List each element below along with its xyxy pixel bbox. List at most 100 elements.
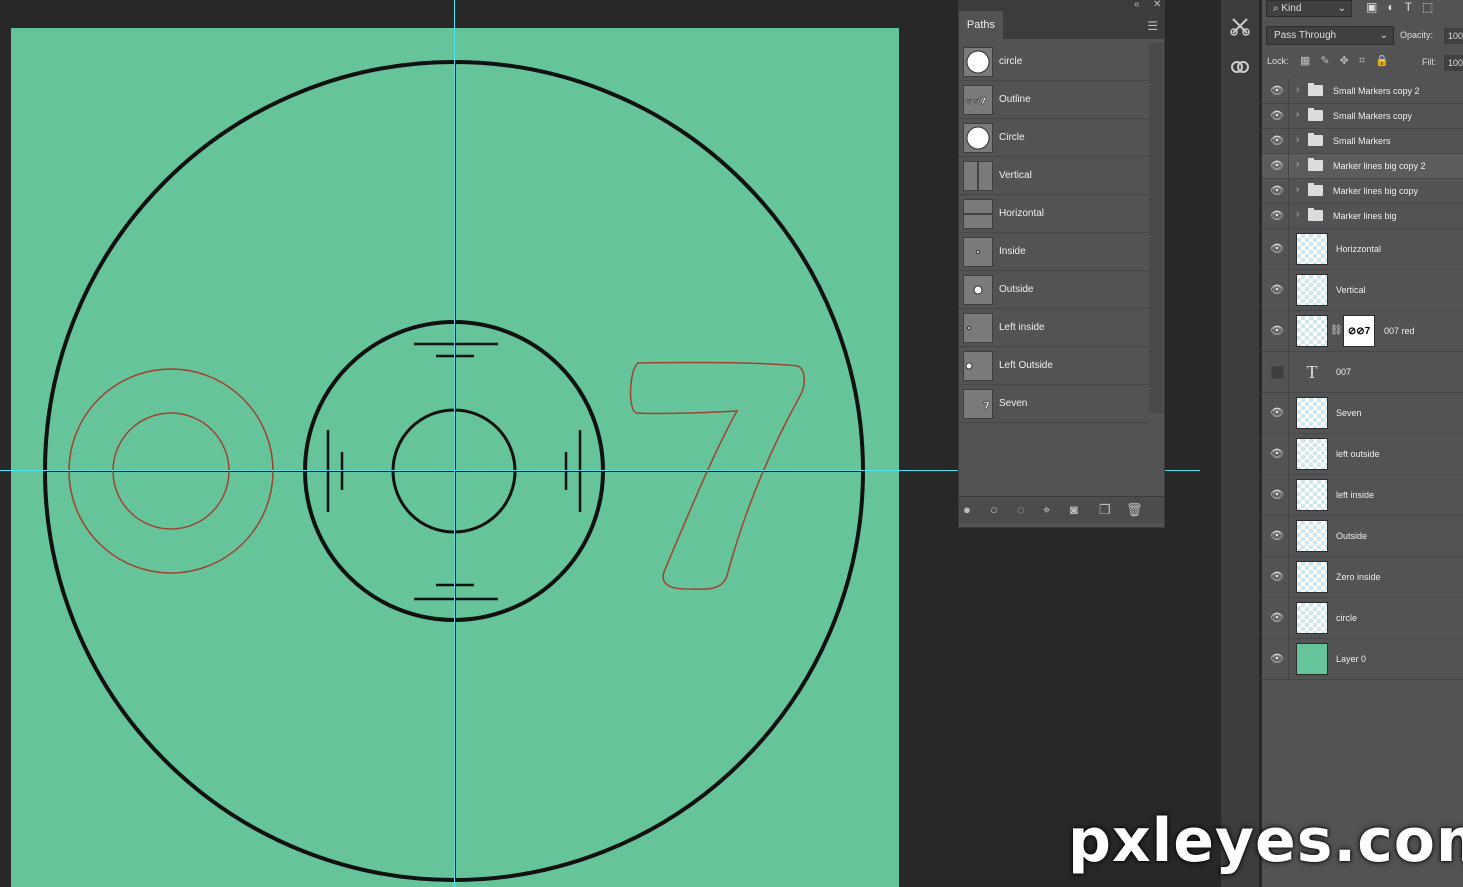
- layer-filter-row: ⌕ Kind ⌄ ▣◐T⬚: [1262, 0, 1463, 22]
- layer-thumbnail: [1296, 233, 1328, 265]
- path-item[interactable]: Vertical: [959, 157, 1149, 195]
- path-item[interactable]: Circle: [959, 119, 1149, 157]
- visibility-off-toggle[interactable]: [1271, 366, 1284, 379]
- visibility-eye-icon[interactable]: 👁: [1270, 570, 1284, 583]
- layer-group-row[interactable]: 👁 › Small Markers copy: [1262, 104, 1463, 129]
- chevron-down-icon: ⌄: [1337, 3, 1346, 14]
- visibility-eye-icon[interactable]: 👁: [1270, 84, 1284, 97]
- path-item[interactable]: circle: [959, 43, 1149, 81]
- load-selection-icon[interactable]: ◌: [1017, 502, 1025, 517]
- layer-group-row[interactable]: 👁 › Marker lines big: [1262, 204, 1463, 229]
- path-item[interactable]: Horizontal: [959, 195, 1149, 233]
- add-mask-icon[interactable]: ◙: [1070, 502, 1078, 517]
- stroke-path-icon[interactable]: ○: [990, 502, 998, 517]
- path-thumbnail: 7: [963, 389, 993, 419]
- visibility-eye-icon[interactable]: 👁: [1270, 209, 1284, 222]
- chevron-right-icon[interactable]: ›: [1296, 134, 1299, 145]
- paths-list: circle ⊘⊘7 Outline Circle Vertical Horizontal…: [959, 43, 1149, 423]
- new-path-icon[interactable]: ❐: [1099, 502, 1111, 518]
- layer-row[interactable]: 👁 ⛓ ⊘⊘7 007 red: [1262, 311, 1463, 352]
- path-item[interactable]: Left inside: [959, 309, 1149, 347]
- layer-row[interactable]: T 007: [1262, 352, 1463, 393]
- path-thumbnail: [963, 161, 993, 191]
- visibility-eye-icon[interactable]: 👁: [1270, 652, 1284, 665]
- layer-name: Seven: [1336, 408, 1362, 418]
- type-filter-icon[interactable]: T: [1405, 0, 1422, 14]
- lock-artboard-icon[interactable]: ⌗: [1359, 55, 1375, 67]
- vertical-guide[interactable]: [454, 0, 455, 887]
- blend-mode-select[interactable]: Pass Through ⌄: [1266, 26, 1394, 45]
- chevron-right-icon[interactable]: ›: [1296, 109, 1299, 120]
- row-divider: [1288, 229, 1289, 269]
- layer-thumbnail: [1296, 438, 1328, 470]
- visibility-eye-icon[interactable]: 👁: [1270, 134, 1284, 147]
- layer-row[interactable]: 👁 Vertical: [1262, 270, 1463, 311]
- layer-name: Vertical: [1336, 285, 1366, 295]
- path-item[interactable]: ⊘⊘7 Outline: [959, 81, 1149, 119]
- layer-row[interactable]: 👁 Layer 0: [1262, 639, 1463, 680]
- visibility-eye-icon[interactable]: 👁: [1270, 283, 1284, 296]
- mask-thumbnail[interactable]: ⊘⊘7: [1343, 315, 1375, 347]
- lock-position-icon[interactable]: ✥: [1340, 55, 1359, 67]
- creative-cloud-libraries-icon[interactable]: [1226, 52, 1254, 80]
- layer-row[interactable]: 👁 left inside: [1262, 475, 1463, 516]
- kind-filter-select[interactable]: ⌕ Kind ⌄: [1266, 0, 1352, 17]
- layer-name: Small Markers copy 2: [1333, 86, 1420, 96]
- close-icon[interactable]: ✕: [1153, 0, 1161, 10]
- chevron-right-icon[interactable]: ›: [1296, 159, 1299, 170]
- layer-row[interactable]: 👁 circle: [1262, 598, 1463, 639]
- visibility-eye-icon[interactable]: 👁: [1270, 611, 1284, 624]
- path-item[interactable]: Inside: [959, 233, 1149, 271]
- visibility-eye-icon[interactable]: 👁: [1270, 406, 1284, 419]
- path-item[interactable]: Outside: [959, 271, 1149, 309]
- visibility-eye-icon[interactable]: 👁: [1270, 529, 1284, 542]
- opacity-input[interactable]: 100%: [1444, 28, 1463, 44]
- visibility-eye-icon[interactable]: 👁: [1270, 447, 1284, 460]
- image-filter-icon[interactable]: ▣: [1366, 0, 1387, 14]
- layer-name: 007: [1336, 367, 1352, 377]
- visibility-eye-icon[interactable]: 👁: [1270, 109, 1284, 122]
- chevron-right-icon[interactable]: ›: [1296, 209, 1299, 220]
- link-icon[interactable]: ⛓: [1330, 325, 1343, 336]
- layer-row[interactable]: 👁 Outside: [1262, 516, 1463, 557]
- lock-transparency-icon[interactable]: ▦: [1300, 55, 1320, 67]
- visibility-eye-icon[interactable]: 👁: [1270, 488, 1284, 501]
- fill-path-icon[interactable]: ●: [963, 502, 971, 517]
- canvas-workspace[interactable]: [0, 0, 958, 887]
- folder-icon: [1308, 158, 1323, 171]
- lock-row: Lock: ▦✎✥⌗🔒 Fill: 100%: [1262, 52, 1463, 74]
- layer-group-row[interactable]: 👁 › Small Markers: [1262, 129, 1463, 154]
- path-item[interactable]: 7 Seven: [959, 385, 1149, 423]
- shape-filter-icon[interactable]: ⬚: [1422, 0, 1443, 14]
- chevron-right-icon[interactable]: ›: [1296, 84, 1299, 95]
- panel-menu-icon[interactable]: ☰: [1147, 19, 1158, 33]
- visibility-eye-icon[interactable]: 👁: [1270, 184, 1284, 197]
- lock-pixels-icon[interactable]: ✎: [1320, 55, 1339, 67]
- layer-row[interactable]: 👁 Zero inside: [1262, 557, 1463, 598]
- path-label: Left Outside: [999, 360, 1053, 371]
- trash-icon[interactable]: 🗑: [1126, 502, 1143, 518]
- tab-paths[interactable]: Paths: [959, 11, 1003, 39]
- layer-group-row[interactable]: 👁 › Marker lines big copy: [1262, 179, 1463, 204]
- visibility-eye-icon[interactable]: 👁: [1270, 324, 1284, 337]
- layer-name: Marker lines big copy 2: [1333, 161, 1426, 171]
- layer-name: Zero inside: [1336, 572, 1381, 582]
- lock-all-icon[interactable]: 🔒: [1375, 55, 1399, 67]
- layer-row[interactable]: 👁 Seven: [1262, 393, 1463, 434]
- chevron-right-icon[interactable]: ›: [1296, 184, 1299, 195]
- fill-input[interactable]: 100%: [1444, 55, 1463, 71]
- panel-title-bar[interactable]: « ✕: [959, 0, 1164, 11]
- make-work-path-icon[interactable]: ⌖: [1043, 502, 1050, 518]
- adjustment-filter-icon[interactable]: ◐: [1387, 0, 1404, 14]
- layer-row[interactable]: 👁 Horizzontal: [1262, 229, 1463, 270]
- layer-group-row[interactable]: 👁 › Small Markers copy 2: [1262, 79, 1463, 104]
- layer-row[interactable]: 👁 left outside: [1262, 434, 1463, 475]
- seven-outline: [629, 361, 805, 590]
- layer-group-row[interactable]: 👁 › Marker lines big copy 2: [1262, 154, 1463, 179]
- visibility-eye-icon[interactable]: 👁: [1270, 159, 1284, 172]
- tools-preset-icon[interactable]: [1226, 12, 1254, 40]
- double-chevron-icon[interactable]: «: [1134, 0, 1140, 10]
- visibility-eye-icon[interactable]: 👁: [1270, 242, 1284, 255]
- paths-scrollbar[interactable]: [1149, 43, 1163, 413]
- path-item[interactable]: Left Outside: [959, 347, 1149, 385]
